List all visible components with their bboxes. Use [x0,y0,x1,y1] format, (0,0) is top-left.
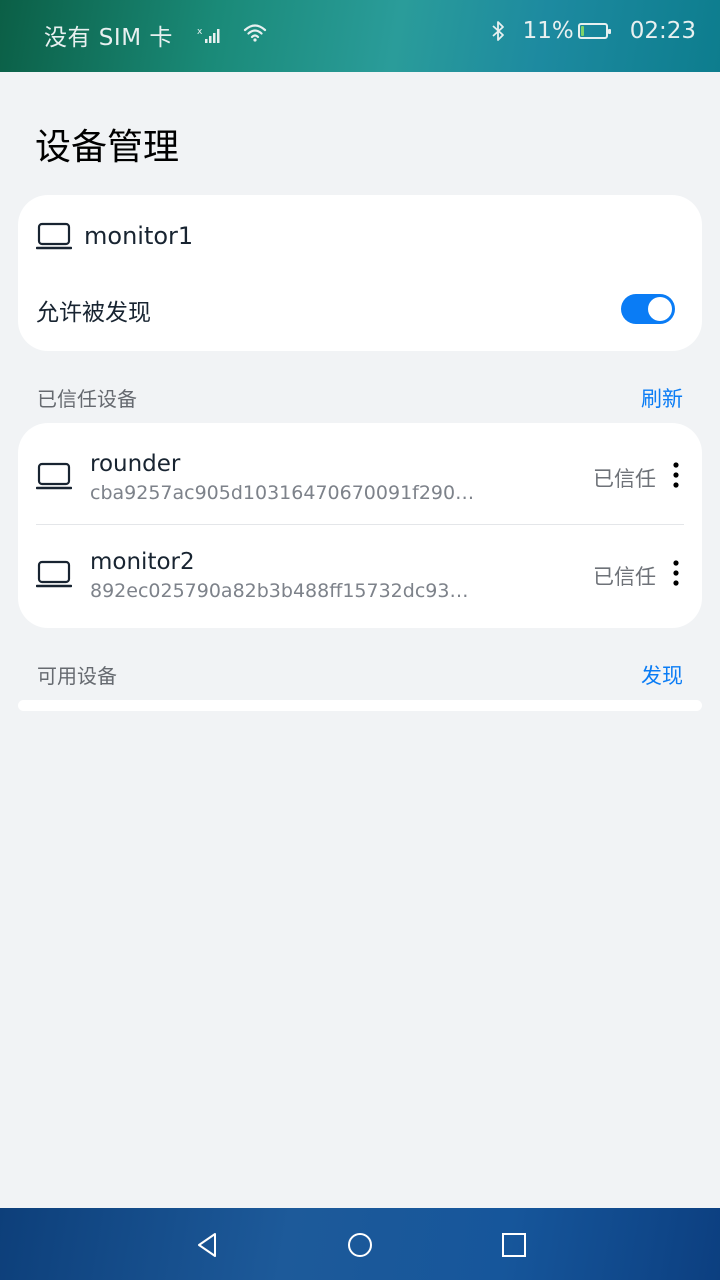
local-device-row: monitor1 [35,221,194,251]
signal-icon: x [197,25,223,45]
svg-text:x: x [197,27,203,37]
carrier-text: 没有 SIM 卡 [44,25,173,51]
more-options-icon[interactable] [670,461,682,491]
trusted-device-id: cba9257ac905d10316470670091f290… [90,482,475,504]
refresh-button[interactable]: 刷新 [641,383,683,413]
status-bar: 没有 SIM 卡 x 11% 02:23 [0,0,720,72]
more-options-icon[interactable] [670,559,682,589]
status-right: 11% 02:23 [491,18,696,44]
local-device-name: monitor1 [84,222,194,250]
trusted-device-name: rounder [90,451,181,477]
trust-status: 已信任 [593,565,656,589]
available-section-label: 可用设备 [37,664,117,688]
navigation-bar [0,1208,720,1280]
discoverable-label: 允许被发现 [36,300,151,326]
back-icon[interactable] [193,1230,223,1260]
trusted-device-name: monitor2 [90,549,195,575]
laptop-icon [35,221,73,251]
clock-time: 02:23 [629,18,696,44]
recents-icon[interactable] [499,1230,529,1260]
toggle-knob [648,297,672,321]
battery-percent: 11% [522,18,574,44]
bluetooth-icon [491,20,505,42]
laptop-icon [35,461,73,491]
laptop-icon [35,559,73,589]
trusted-section-label: 已信任设备 [37,387,137,411]
status-left: 没有 SIM 卡 x [44,18,267,52]
trusted-device-item[interactable]: rounder cba9257ac905d10316470670091f290…… [18,423,702,521]
trusted-device-id: 892ec025790a82b3b488ff15732dc93… [90,580,469,602]
available-devices-card [18,700,702,711]
discover-button[interactable]: 发现 [641,660,683,690]
discoverable-toggle[interactable] [621,294,675,324]
page-title: 设备管理 [35,127,180,168]
wifi-icon [243,22,267,48]
home-icon[interactable] [345,1230,375,1260]
trusted-device-item[interactable]: monitor2 892ec025790a82b3b488ff15732dc93… [18,521,702,619]
local-device-card: monitor1 允许被发现 [18,195,702,351]
trusted-devices-card: rounder cba9257ac905d10316470670091f290…… [18,423,702,628]
battery-icon [577,23,611,39]
trust-status: 已信任 [593,467,656,491]
